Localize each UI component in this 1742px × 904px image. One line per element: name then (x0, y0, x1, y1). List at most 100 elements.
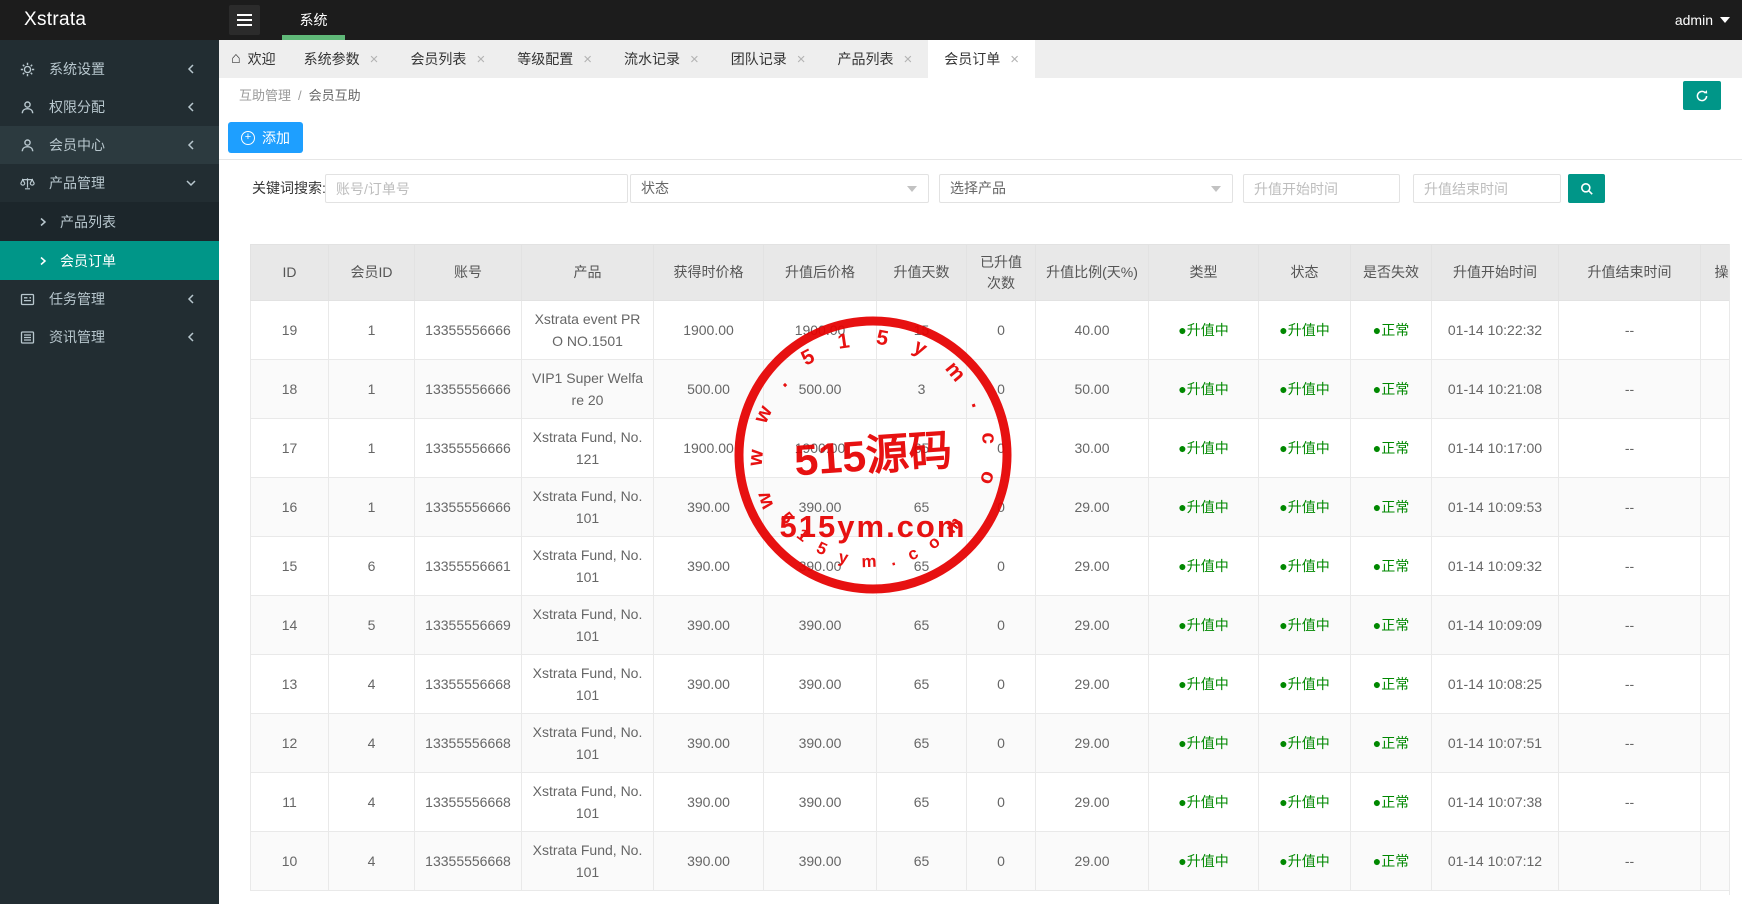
close-icon[interactable]: × (476, 52, 485, 67)
table-cell-times: 0 (966, 359, 1036, 419)
table-column-header: 是否失效 (1350, 244, 1432, 301)
sidebar-item-system-settings[interactable]: 系统设置 (0, 50, 219, 88)
breadcrumb-parent[interactable]: 互助管理 (239, 88, 291, 103)
table-cell-id: 19 (250, 300, 329, 360)
table-row: 10 4 13355556668 Xstrata Fund, No. 101 390.0… (250, 831, 1729, 891)
table-cell-days: 65 (876, 772, 967, 832)
table-cell-price-obtained: 390.00 (653, 536, 764, 596)
sidebar-item-label: 会员订单 (60, 252, 116, 269)
table-row: 19 1 13355556666 Xstrata event PRO NO.1501 1… (250, 300, 1729, 360)
chevron-down-icon (186, 180, 196, 187)
start-time-input[interactable] (1243, 174, 1400, 203)
tab[interactable]: 流水记录 × (608, 40, 715, 78)
close-icon[interactable]: × (1010, 52, 1019, 67)
table-cell-days: 65 (876, 477, 967, 537)
sidebar-item-product-management[interactable]: 产品管理 (0, 164, 219, 202)
tab[interactable]: 团队记录 × (715, 40, 822, 78)
table-cell-price-after: 390.00 (763, 713, 877, 773)
topnav-system[interactable]: 系统 (282, 0, 345, 40)
table-cell-valid: ●正常 (1350, 772, 1432, 832)
table-cell-status: ●升值中 (1258, 713, 1351, 773)
table-cell-price-obtained: 1900.00 (653, 418, 764, 478)
table-cell-start-time: 01-14 10:09:53 (1431, 477, 1559, 537)
table-cell-product: Xstrata Fund, No. 101 (521, 713, 654, 773)
table-cell-valid: ●正常 (1350, 831, 1432, 891)
status-badge: ●升值中 (1279, 380, 1330, 397)
sidebar-menu: 系统设置 权限分配 会员中心 产品管理 产品列表 会员订单 任务管理 资讯管理 (0, 50, 219, 356)
table-cell-price-after: 390.00 (763, 536, 877, 596)
table-cell-product: Xstrata Fund, No. 101 (521, 595, 654, 655)
tab[interactable]: 会员订单 × (928, 40, 1036, 78)
sidebar-item-product-list[interactable]: 产品列表 (0, 202, 219, 241)
user-menu[interactable]: admin (1675, 0, 1730, 40)
status-badge: ●正常 (1372, 498, 1410, 515)
breadcrumb-separator: / (298, 88, 302, 103)
sidebar-item-member-orders[interactable]: 会员订单 (0, 241, 219, 280)
table-cell-id: 17 (250, 418, 329, 478)
table-column-header: 升值天数 (876, 244, 967, 301)
table-cell-account: 13355556669 (414, 595, 522, 655)
tab[interactable]: 系统参数 × (288, 40, 395, 78)
orders-table: ID 会员ID 账号 产品 获得时价格 升值后价格 升值天数 已升值次数 升值比例(天%) 类型状… (250, 244, 1729, 891)
table-cell-member-id: 5 (328, 595, 415, 655)
table-cell-type: ●升值中 (1148, 359, 1259, 419)
sidebar-item-news-management[interactable]: 资讯管理 (0, 318, 219, 356)
table-cell-start-time: 01-14 10:22:32 (1431, 300, 1559, 360)
close-icon[interactable]: × (797, 52, 806, 67)
filter-row: 关键词搜索: 状态 选择产品 (219, 161, 1742, 216)
table-cell-member-id: 1 (328, 418, 415, 478)
refresh-button[interactable] (1683, 81, 1721, 110)
table-cell-times: 0 (966, 772, 1036, 832)
status-badge: ●升值中 (1279, 557, 1330, 574)
table-column-header: 类型 (1148, 244, 1259, 301)
sidebar-item-task-management[interactable]: 任务管理 (0, 280, 219, 318)
chevron-left-icon (187, 64, 194, 74)
status-badge: ●正常 (1372, 557, 1410, 574)
status-select[interactable]: 状态 (630, 174, 929, 203)
sidebar-item-label: 产品管理 (49, 175, 105, 191)
close-icon[interactable]: × (904, 52, 913, 67)
close-icon[interactable]: × (370, 52, 379, 67)
table-cell-start-time: 01-14 10:08:25 (1431, 654, 1559, 714)
table-cell-price-obtained: 390.00 (653, 713, 764, 773)
sidebar-item-permissions[interactable]: 权限分配 (0, 88, 219, 126)
search-button[interactable] (1568, 174, 1605, 203)
table-cell-account: 13355556668 (414, 831, 522, 891)
table-cell-status: ●升值中 (1258, 536, 1351, 596)
table-cell-member-id: 6 (328, 536, 415, 596)
sidebar-item-member-center[interactable]: 会员中心 (0, 126, 219, 164)
table-cell-account: 13355556661 (414, 536, 522, 596)
close-icon[interactable]: × (583, 52, 592, 67)
table-column-header: 升值后价格 (763, 244, 877, 301)
status-badge: ●升值中 (1279, 498, 1330, 515)
table-cell-member-id: 1 (328, 477, 415, 537)
table-row: 18 1 13355556666 VIP1 Super Welfare 20 500.0… (250, 359, 1729, 419)
tab[interactable]: ⌂ 欢迎 (219, 40, 288, 78)
news-icon (20, 330, 35, 344)
tab[interactable]: 产品列表 × (822, 40, 929, 78)
home-icon: ⌂ (231, 50, 241, 67)
table-cell-product: Xstrata Fund, No. 101 (521, 536, 654, 596)
table-cell-type: ●升值中 (1148, 477, 1259, 537)
search-icon (1580, 182, 1593, 195)
table-row: 15 6 13355556661 Xstrata Fund, No. 101 390.0… (250, 536, 1729, 596)
hamburger-menu-icon[interactable] (229, 5, 260, 35)
task-icon (20, 293, 35, 305)
table-cell-id: 12 (250, 713, 329, 773)
tab[interactable]: 等级配置 × (501, 40, 608, 78)
table-header-row: ID 会员ID 账号 产品 获得时价格 升值后价格 升值天数 已升值次数 升值比例(天%) 类型状… (250, 244, 1729, 301)
status-badge: ●升值中 (1178, 321, 1229, 338)
keyword-input[interactable] (325, 174, 628, 203)
end-time-input[interactable] (1413, 174, 1561, 203)
table-cell-end-time: -- (1558, 654, 1701, 714)
add-button[interactable]: + 添加 (228, 122, 303, 153)
table-cell-end-time: -- (1558, 772, 1701, 832)
close-icon[interactable]: × (690, 52, 699, 67)
status-select-value: 状态 (641, 180, 669, 196)
table-cell-type: ●升值中 (1148, 536, 1259, 596)
tab[interactable]: 会员列表 × (394, 40, 501, 78)
table-cell-price-after: 500.00 (763, 359, 877, 419)
table-column-header: 获得时价格 (653, 244, 764, 301)
table-cell-type: ●升值中 (1148, 300, 1259, 360)
product-select[interactable]: 选择产品 (939, 174, 1233, 203)
